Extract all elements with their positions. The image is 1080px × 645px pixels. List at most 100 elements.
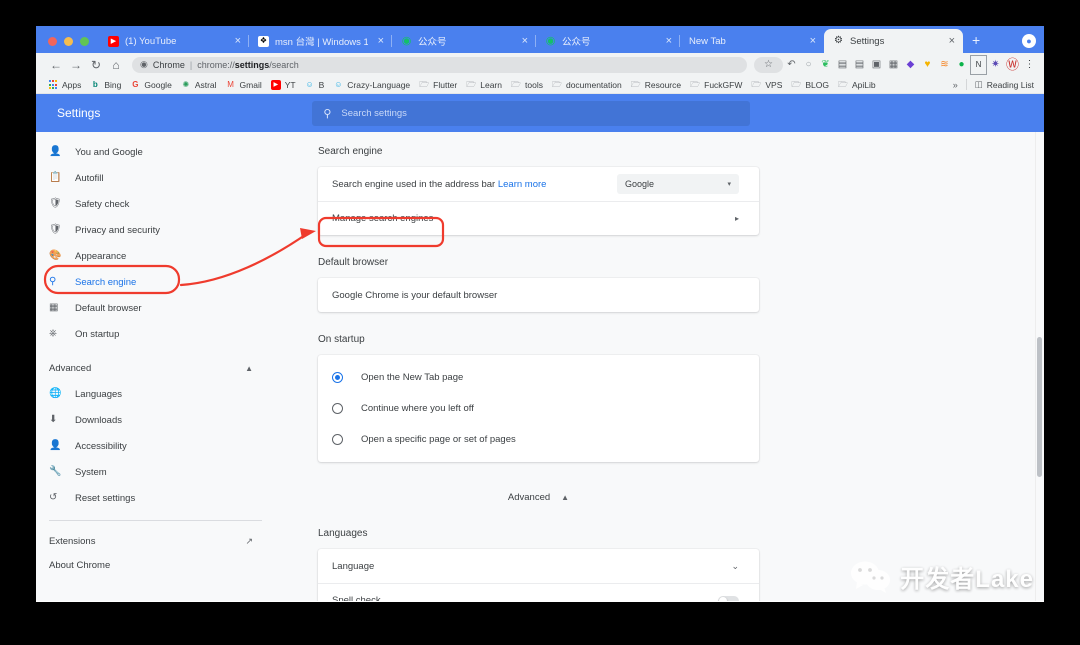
bookmark-folder-learn[interactable]: 🗁 Learn [463, 80, 508, 90]
rss-icon[interactable]: ≋ [936, 55, 953, 75]
profile-avatar[interactable]: ● [1022, 34, 1036, 48]
advanced-toggle-button[interactable]: Advanced ▲ [318, 484, 759, 510]
tab-gongzhonghao-2[interactable]: ◉ 公众号 × [536, 29, 680, 53]
bookmark-crazy-language[interactable]: ☺ Crazy-Language [330, 80, 416, 90]
sidebar-item-privacy-and-security[interactable]: 🛡 Privacy and security [36, 217, 283, 243]
bookmark-google[interactable]: G Google [127, 80, 177, 90]
radio-button-selected[interactable] [332, 372, 343, 383]
bookmark-astral[interactable]: ✺ Astral [178, 80, 223, 90]
bookmark-folder-documentation[interactable]: 🗁 documentation [549, 80, 628, 90]
bookmark-gmail[interactable]: M Gmail [223, 80, 268, 90]
bookmark-b[interactable]: ☺ B [302, 80, 331, 90]
sidebar-item-autofill[interactable]: 📋 Autofill [36, 165, 283, 191]
bookmark-folder-flutter[interactable]: 🗁 Flutter [416, 80, 463, 90]
sidebar-item-about-chrome[interactable]: About Chrome [36, 553, 283, 577]
pocket-icon[interactable]: ↶ [783, 55, 800, 75]
bookmark-bing[interactable]: b Bing [87, 80, 127, 90]
chevron-down-icon: ⌄ [731, 560, 739, 571]
bookmark-yt[interactable]: ▶ YT [268, 79, 302, 90]
radio-button[interactable] [332, 403, 343, 414]
bookmarks-overflow-button[interactable]: » [945, 80, 966, 90]
sidebar-item-system[interactable]: 🔧 System [36, 459, 283, 485]
bookmark-folder-tools[interactable]: 🗁 tools [508, 80, 549, 90]
scrollbar-track[interactable] [1035, 132, 1044, 601]
sidebar-item-extensions[interactable]: Extensions ↗ [36, 529, 283, 553]
learn-more-link[interactable]: Learn more [498, 179, 547, 190]
tab-close-button[interactable]: × [374, 35, 384, 47]
notion-icon[interactable]: N [970, 54, 987, 75]
honey-icon[interactable]: ♥ [919, 55, 936, 75]
row-manage-search-engines[interactable]: Manage search engines ▸ [318, 201, 759, 235]
radio-row-continue-where-left-off[interactable]: Continue where you left off [318, 393, 759, 424]
minimize-window-button[interactable] [64, 37, 73, 46]
search-engine-select[interactable]: Google ▾ [617, 174, 739, 194]
reading-list-icon: ◫ [974, 79, 983, 89]
row-search-engine-address-bar[interactable]: Search engine used in the address bar Le… [318, 167, 759, 201]
sidebar-item-safety-check[interactable]: 🛡 Safety check [36, 191, 283, 217]
tab-new-tab[interactable]: New Tab × [680, 29, 824, 53]
puzzle-icon[interactable]: ✷ [987, 55, 1004, 75]
radio-button[interactable] [332, 434, 343, 445]
tab-msn[interactable]: ❖ msn 台灣 | Windows 10, Win × [249, 29, 392, 53]
tab-close-button[interactable]: × [231, 35, 241, 47]
sidebar-item-search-engine[interactable]: ⚲ Search engine [36, 269, 283, 295]
spell-check-toggle[interactable] [718, 595, 739, 601]
evernote-icon[interactable]: ❦ [817, 55, 834, 75]
bookmark-star-button[interactable]: ☆ [754, 56, 783, 73]
reader-icon[interactable]: ▤ [851, 55, 868, 75]
circle-extension-icon[interactable]: ○ [800, 55, 817, 75]
row-language[interactable]: Language ⌄ [318, 549, 759, 583]
sidebar-item-reset-settings[interactable]: ↺ Reset settings [36, 485, 283, 511]
address-bar[interactable]: ◉ Chrome | chrome://settings/search [132, 56, 748, 73]
maximize-window-button[interactable] [80, 37, 89, 46]
bookmark-folder-blog[interactable]: 🗁 BLOG [788, 80, 835, 90]
chevron-right-icon: ▸ [734, 214, 739, 223]
sidebar-item-on-startup[interactable]: ⎈ On startup [36, 321, 283, 347]
tab-settings[interactable]: ⚙ Settings × [824, 29, 963, 53]
wordpress-icon[interactable]: Ⓦ [1004, 55, 1021, 75]
tab-strip: ▶ (1) YouTube × ❖ msn 台灣 | Windows 10, W… [36, 26, 1044, 53]
tab-youtube[interactable]: ▶ (1) YouTube × [99, 29, 249, 53]
reading-list-button[interactable]: ◫ Reading List [967, 79, 1038, 90]
green-circle-icon[interactable]: ● [953, 55, 970, 75]
scrollbar-thumb[interactable] [1037, 337, 1042, 477]
sidebar-item-accessibility[interactable]: 👤 Accessibility [36, 433, 283, 459]
tab-gongzhonghao-1[interactable]: ◉ 公众号 × [392, 29, 536, 53]
row-label: Manage search engines [332, 213, 434, 224]
tab-close-button[interactable]: × [662, 35, 672, 47]
new-tab-button[interactable]: + [963, 33, 989, 53]
row-spell-check[interactable]: Spell check [318, 583, 759, 601]
sidebar-section-advanced[interactable]: Advanced ▲ [36, 355, 283, 381]
section-title-default-browser: Default browser [318, 257, 389, 268]
tab-close-button[interactable]: × [806, 35, 816, 47]
sidebar-item-languages[interactable]: 🌐 Languages [36, 381, 283, 407]
radio-row-specific-page[interactable]: Open a specific page or set of pages [318, 424, 759, 455]
bookmark-folder-resource[interactable]: 🗁 Resource [628, 80, 687, 90]
section-title-languages: Languages [318, 528, 368, 539]
window-controls[interactable] [40, 37, 99, 53]
bookmark-folder-apilib[interactable]: 🗁 ApiLib [835, 80, 882, 90]
bookmark-folder-vps[interactable]: 🗁 VPS [748, 80, 788, 90]
sidebar-item-you-and-google[interactable]: 👤 You and Google [36, 139, 283, 165]
sidebar-item-default-browser[interactable]: ▦ Default browser [36, 295, 283, 321]
bookmark-apps[interactable]: Apps [45, 80, 87, 90]
tab-close-button[interactable]: × [518, 35, 528, 47]
close-window-button[interactable] [48, 37, 57, 46]
purple-diamond-icon[interactable]: ◆ [902, 55, 919, 75]
tab-close-button[interactable]: × [945, 35, 955, 47]
sidebar-item-downloads[interactable]: ⬇ Downloads [36, 407, 283, 433]
site-info-icon[interactable]: ◉ [140, 59, 148, 70]
chrome-menu-icon[interactable]: ⋮ [1021, 55, 1038, 75]
folder-icon: 🗁 [419, 79, 430, 89]
home-button[interactable]: ⌂ [106, 55, 126, 75]
search-settings-input[interactable]: ⚲ Search settings [312, 100, 751, 126]
radio-row-new-tab-page[interactable]: Open the New Tab page [318, 362, 759, 393]
pocket-save-icon[interactable]: ▦ [885, 55, 902, 75]
forward-button[interactable]: → [66, 55, 86, 75]
tab-manager-icon[interactable]: ▤ [834, 55, 851, 75]
bookmark-folder-fuckgfw[interactable]: 🗁 FuckGFW [687, 80, 748, 90]
sidebar-item-appearance[interactable]: 🎨 Appearance [36, 243, 283, 269]
back-button[interactable]: ← [46, 55, 66, 75]
pip-icon[interactable]: ▣ [868, 55, 885, 75]
reload-button[interactable]: ↻ [86, 55, 106, 75]
